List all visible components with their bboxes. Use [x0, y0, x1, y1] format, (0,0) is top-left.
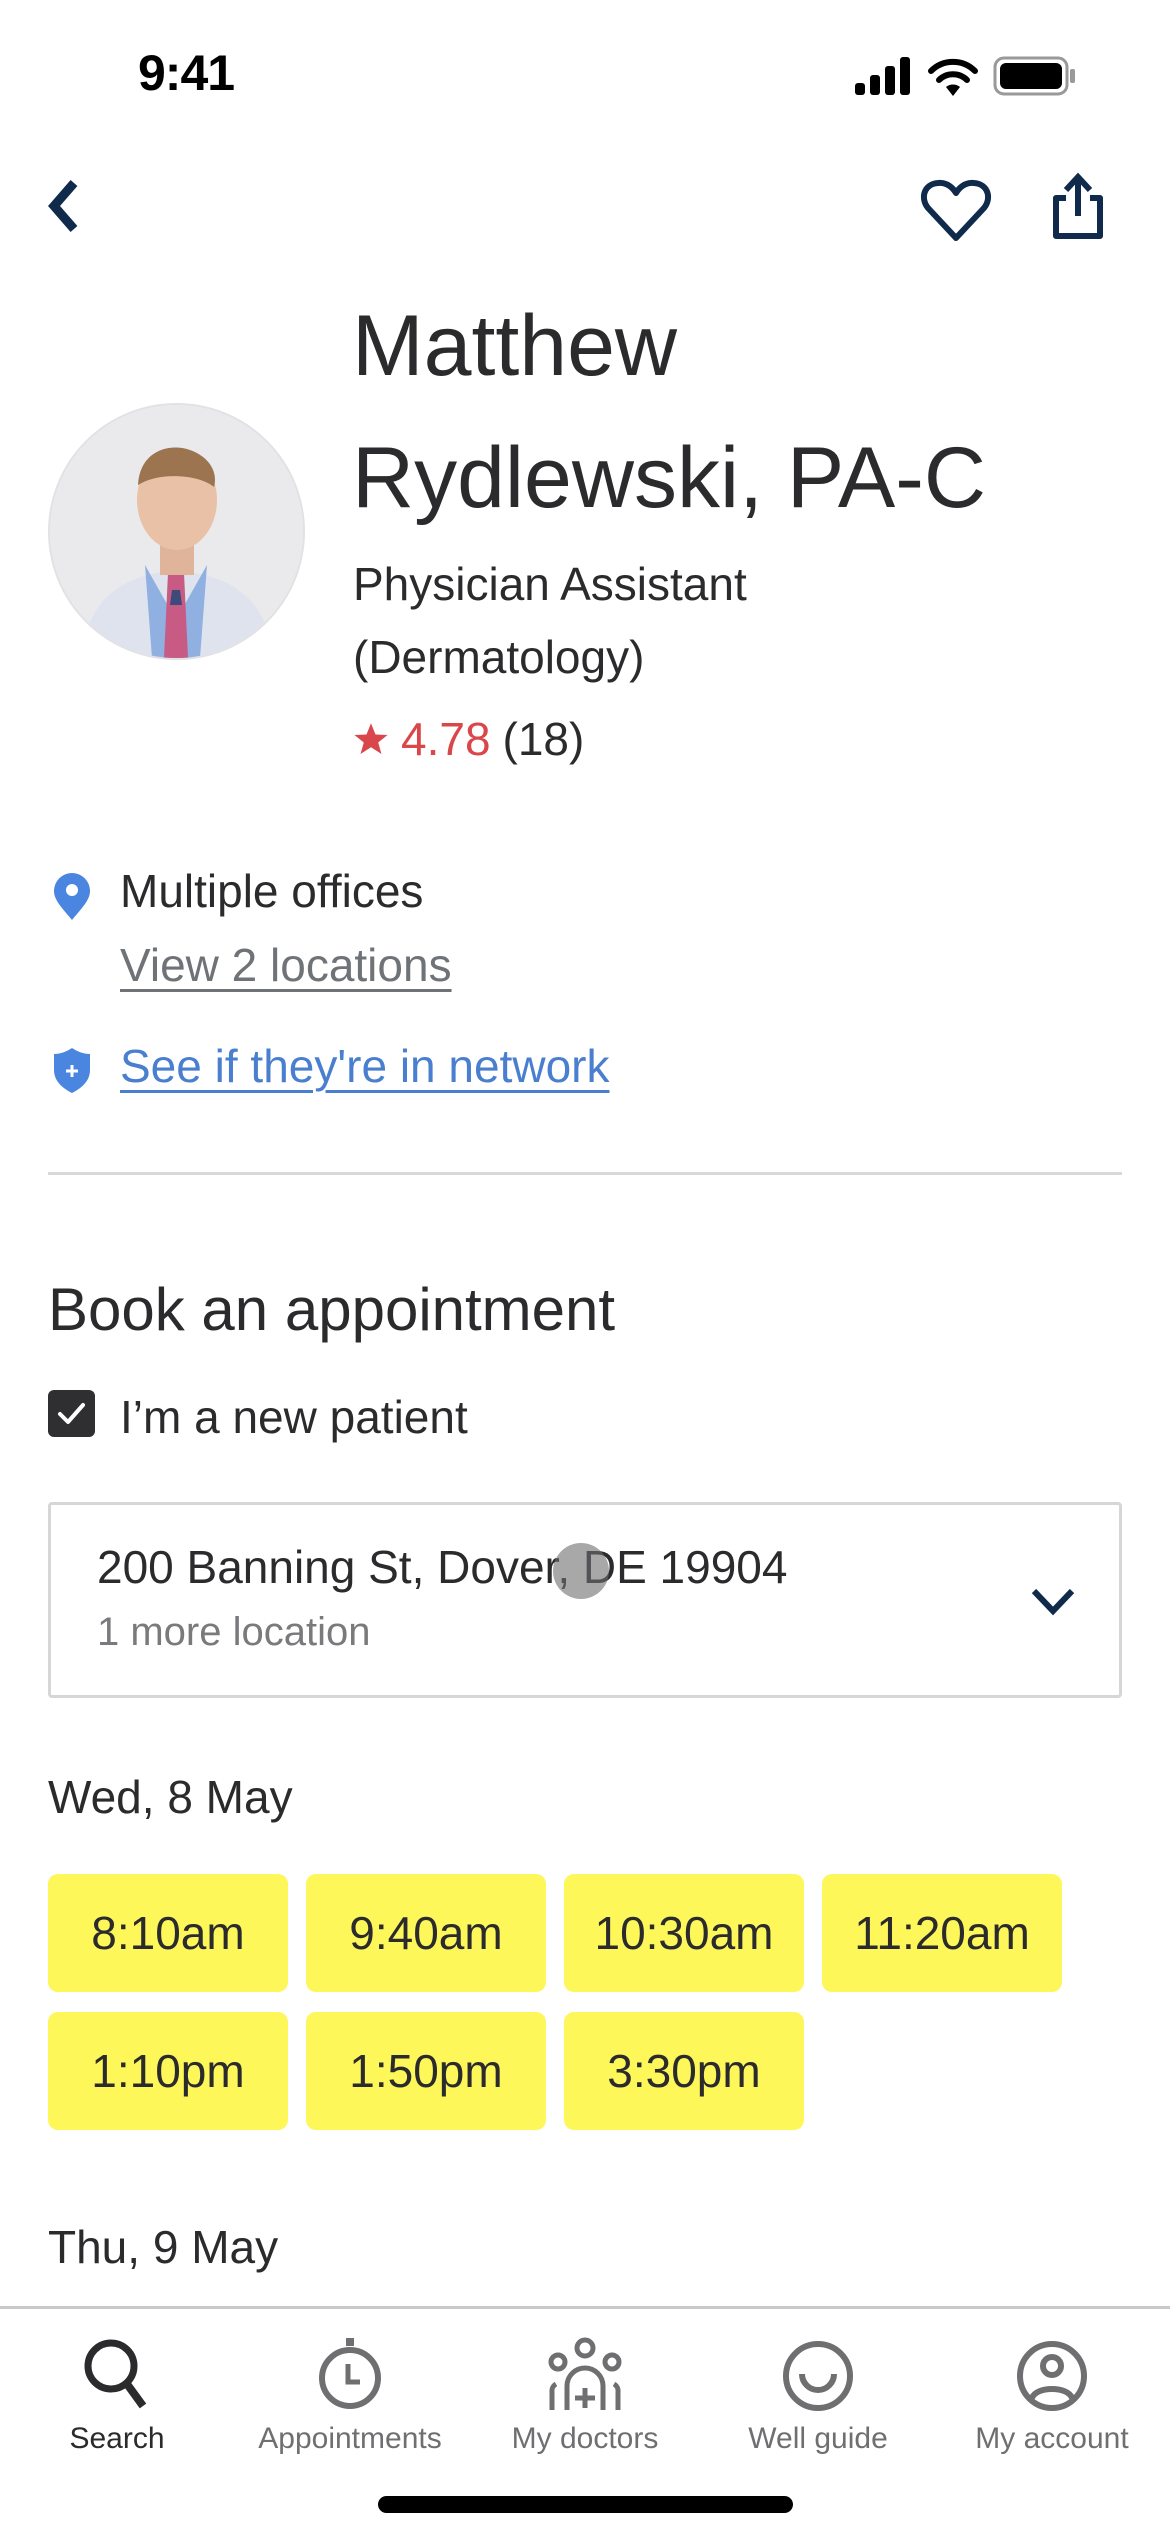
tab-label: Well guide — [748, 2422, 888, 2455]
touch-indicator — [553, 1543, 609, 1599]
checkmark-icon — [58, 1403, 85, 1424]
provider-name-line2: Rydlewski, PA-C — [352, 430, 986, 526]
new-patient-label[interactable]: I’m a new patient — [120, 1390, 468, 1444]
book-appointment-heading: Book an appointment — [48, 1276, 616, 1343]
time-slot-button[interactable]: 11:20am — [822, 1874, 1062, 1992]
smile-icon — [783, 2341, 853, 2411]
provider-rating: 4.78 (18) — [353, 712, 584, 766]
location-pin-icon — [54, 873, 90, 920]
tab-search[interactable]: Search — [0, 2336, 234, 2456]
home-indicator — [378, 2496, 793, 2513]
doctors-group-icon — [548, 2337, 622, 2410]
review-count[interactable]: (18) — [503, 712, 585, 766]
shield-icon-wrap — [52, 1046, 92, 1099]
specialty-line2: (Dermatology) — [353, 631, 645, 683]
share-icon — [1053, 172, 1103, 239]
specialty-line1: Physician Assistant — [353, 558, 747, 610]
location-select[interactable] — [48, 1502, 1122, 1698]
tab-label: Appointments — [258, 2422, 442, 2455]
provider-avatar — [48, 403, 305, 660]
time-slot-button[interactable]: 9:40am — [306, 1874, 546, 1992]
tab-well-guide[interactable]: Well guide — [701, 2336, 935, 2456]
provider-specialty: Physician Assistant (Dermatology) — [353, 548, 1053, 694]
dropdown-toggle[interactable] — [1028, 1585, 1078, 1622]
status-time: 9:41 — [138, 45, 235, 101]
search-icon — [84, 2339, 147, 2409]
star-icon — [354, 723, 388, 754]
time-slot-button[interactable]: 1:50pm — [306, 2012, 546, 2130]
section-divider — [48, 1172, 1122, 1175]
chevron-down-icon — [1031, 1588, 1075, 1616]
tab-my-doctors[interactable]: My doctors — [468, 2336, 702, 2456]
more-locations-text: 1 more location — [97, 1610, 371, 1654]
new-patient-checkbox[interactable] — [48, 1390, 95, 1437]
rating-score: 4.78 — [401, 713, 491, 765]
tab-label: My account — [975, 2422, 1129, 2455]
tab-appointments[interactable]: Appointments — [233, 2336, 467, 2456]
back-button[interactable] — [40, 175, 86, 242]
view-locations-link[interactable]: View 2 locations — [120, 938, 452, 992]
date-heading: Wed, 8 May — [48, 1771, 293, 1823]
shield-plus-icon — [54, 1048, 90, 1093]
provider-photo — [50, 405, 303, 658]
signal-icon — [855, 57, 910, 95]
time-slot-button[interactable]: 3:30pm — [564, 2012, 804, 2130]
stopwatch-icon — [319, 2338, 381, 2409]
favorite-button[interactable] — [920, 178, 992, 249]
status-icons — [855, 56, 1077, 96]
time-slot-button[interactable]: 1:10pm — [48, 2012, 288, 2130]
chevron-left-icon — [48, 180, 78, 232]
provider-name-line1: Matthew — [352, 298, 678, 394]
share-button[interactable] — [1048, 172, 1108, 247]
location-pin-icon-wrap — [52, 872, 92, 927]
battery-icon — [993, 56, 1075, 96]
time-slot-button[interactable]: 10:30am — [564, 1874, 804, 1992]
account-icon — [1017, 2341, 1087, 2411]
tab-my-account[interactable]: My account — [935, 2336, 1169, 2456]
wifi-icon — [928, 58, 978, 96]
tab-label: My doctors — [511, 2422, 659, 2455]
tab-label: Search — [69, 2422, 165, 2455]
selected-address[interactable]: 200 Banning St, Dover, DE 19904 — [97, 1540, 787, 1594]
date-heading: Thu, 9 May — [48, 2221, 279, 2273]
provider-name: Matthew Rydlewski, PA-C — [352, 280, 1132, 544]
check-network-link[interactable]: See if they're in network — [120, 1039, 609, 1093]
heart-icon — [920, 179, 992, 241]
time-slot-button[interactable]: 8:10am — [48, 1874, 288, 1992]
location-summary: Multiple offices — [120, 865, 424, 917]
